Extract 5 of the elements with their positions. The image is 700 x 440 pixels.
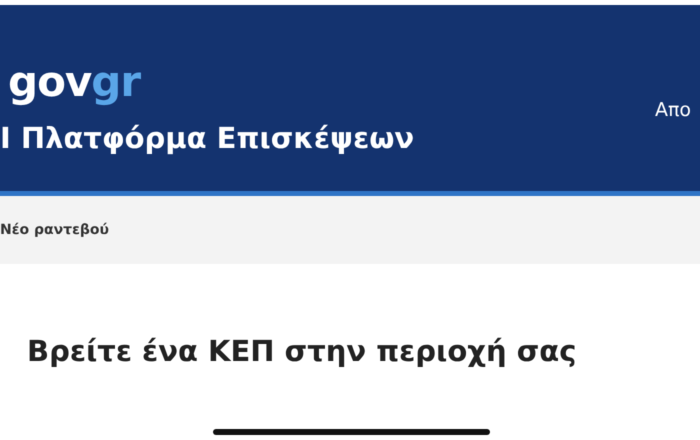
platform-title: Ι Πλατφόρμα Επισκέψεων <box>0 121 414 155</box>
site-logo[interactable]: govgr <box>0 57 414 107</box>
header-link[interactable]: Απο <box>655 5 700 191</box>
page-heading: Βρείτε ένα ΚΕΠ στην περιοχή σας <box>27 334 578 368</box>
nav-link[interactable]: Νέο ραντεβού <box>0 222 109 238</box>
